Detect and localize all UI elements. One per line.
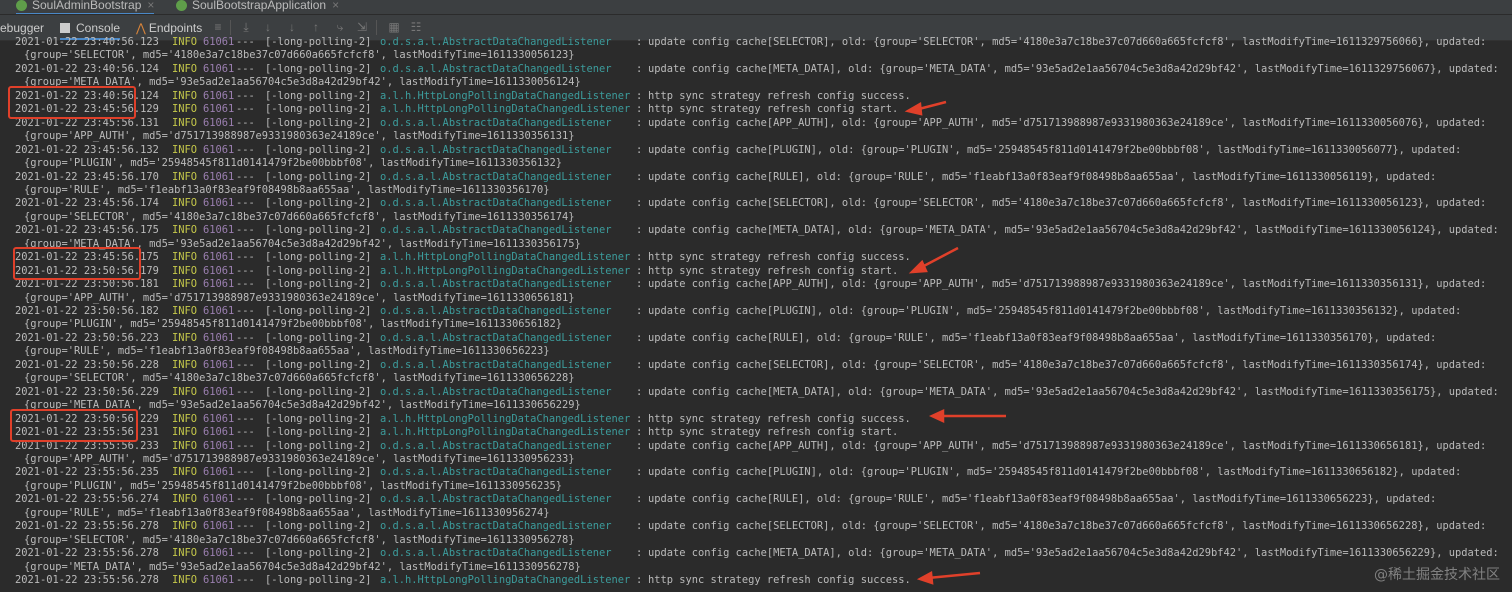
arrow-head-icon <box>916 571 934 585</box>
watermark: @稀土掘金技术社区 <box>1374 567 1500 583</box>
arrow-icon <box>927 571 981 580</box>
arrow-head-icon <box>908 259 928 274</box>
arrow-head-icon <box>904 101 923 116</box>
arrow-head-icon <box>928 409 945 423</box>
arrow-icon <box>919 246 959 270</box>
annotation-arrows <box>904 100 1006 585</box>
